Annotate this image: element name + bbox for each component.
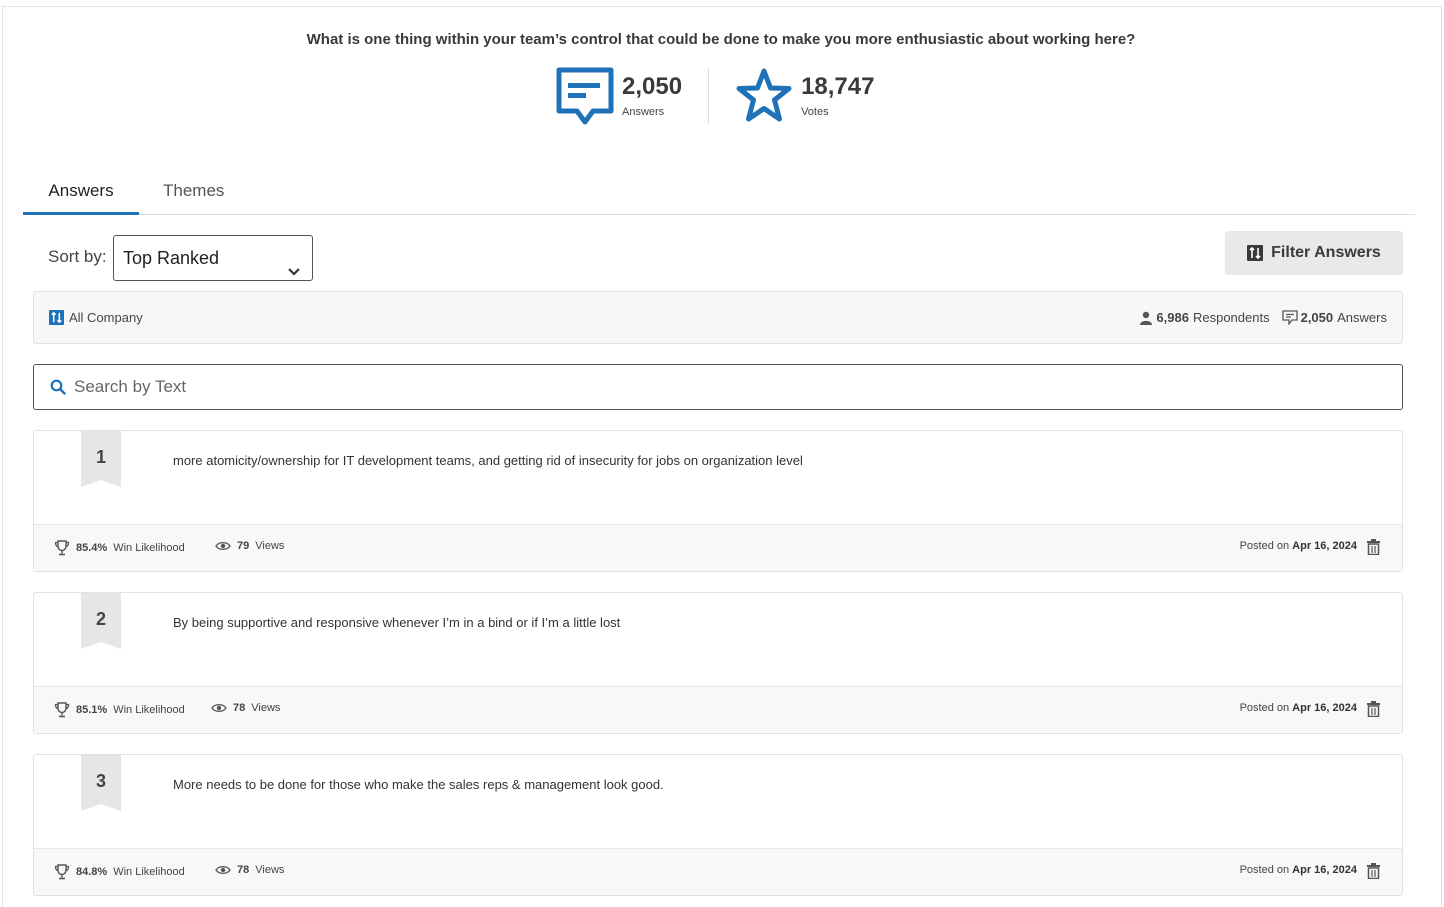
votes-count: 18,747 [801, 73, 875, 100]
respondents-label: Respondents [1192, 310, 1270, 325]
rank-ribbon: 3 [81, 755, 121, 811]
comment-icon [556, 67, 614, 125]
filter-icon [1247, 245, 1264, 261]
views-value: 78 [233, 702, 246, 714]
question-title: What is one thing within your team’s con… [306, 31, 1136, 48]
rank-ribbon: 1 [81, 431, 121, 487]
answer-text: More needs to be done for those who make… [173, 777, 664, 792]
win-likelihood-label: Win Likelihood [113, 866, 185, 878]
tab-answers[interactable]: Answers [23, 167, 139, 215]
views-label: Views [251, 702, 281, 714]
answer-footer: 85.4% Win Likelihood 79 Views Posted on … [34, 524, 1402, 571]
filter-scope[interactable]: All Company [49, 310, 143, 325]
answer-text: By being supportive and responsive whene… [173, 615, 621, 630]
filter-answers-button[interactable]: Filter Answers [1225, 231, 1403, 275]
person-icon [1139, 311, 1153, 325]
votes-label: Votes [801, 106, 829, 118]
posted-prefix: Posted on [1239, 864, 1290, 876]
eye-icon [215, 540, 231, 552]
question-stats: 2,050 Answers 18,747 Votes [556, 65, 874, 127]
win-likelihood-label: Win Likelihood [113, 542, 185, 554]
chevron-down-icon [287, 251, 301, 276]
views-value: 79 [237, 540, 250, 552]
rank-number: 1 [95, 447, 106, 467]
filter-icon [49, 310, 64, 325]
win-likelihood-value: 84.8% [76, 866, 108, 878]
answer-card: 1 more atomicity/ownership for IT develo… [33, 430, 1403, 572]
filter-answers-label: Filter Answers [1271, 244, 1381, 261]
posted-date-value: Apr 16, 2024 [1292, 864, 1357, 876]
votes-stat: 18,747 Votes [735, 67, 874, 125]
answer-text: more atomicity/ownership for IT developm… [173, 453, 803, 468]
answers-count: 2,050 [622, 73, 683, 100]
posted-prefix: Posted on [1239, 702, 1290, 714]
answer-footer: 85.1% Win Likelihood 78 Views Posted on … [34, 686, 1402, 733]
tab-bar: Answers Themes [23, 167, 1415, 215]
active-tab-indicator [23, 212, 139, 215]
rank-ribbon: 2 [81, 593, 121, 649]
respondents-count: 6,986 [1156, 310, 1189, 325]
views-value: 78 [237, 864, 250, 876]
win-likelihood: 84.8% Win Likelihood [54, 864, 185, 880]
search-box [33, 364, 1403, 410]
trophy-icon [54, 540, 70, 556]
answer-card: 3 More needs to be done for those who ma… [33, 754, 1403, 896]
answers-total-label: Answers [1337, 310, 1387, 325]
answer-footer: 84.8% Win Likelihood 78 Views Posted on … [34, 848, 1402, 895]
comment-icon [1281, 310, 1298, 326]
trophy-icon [54, 702, 70, 718]
sort-label: Sort by: [48, 247, 107, 266]
filter-scope-label: All Company [69, 310, 143, 325]
views-label: Views [255, 540, 285, 552]
view-count: 79 Views [215, 540, 284, 552]
filter-counts: 6,986 Respondents 2,050 Answers [1139, 310, 1387, 326]
eye-icon [211, 702, 227, 714]
answers-label: Answers [622, 106, 665, 118]
search-input[interactable] [74, 377, 1374, 397]
posted-date: Posted on Apr 16, 2024 [1240, 702, 1357, 714]
win-likelihood-label: Win Likelihood [113, 704, 185, 716]
answers-stat: 2,050 Answers [556, 67, 682, 125]
stats-divider [708, 68, 710, 124]
star-icon [735, 67, 793, 125]
rank-number: 2 [95, 609, 106, 629]
survey-question-panel: What is one thing within your team’s con… [2, 6, 1442, 907]
win-likelihood-value: 85.4% [76, 542, 108, 554]
filter-summary-bar: All Company 6,986 Respondents 2,050 Answ… [33, 291, 1403, 344]
trash-icon[interactable] [1367, 701, 1380, 718]
view-count: 78 Views [215, 864, 284, 876]
win-likelihood: 85.1% Win Likelihood [54, 702, 185, 718]
sort-selected-value: Top Ranked [123, 248, 220, 268]
trophy-icon [54, 864, 70, 880]
posted-date: Posted on Apr 16, 2024 [1240, 540, 1357, 552]
win-likelihood: 85.4% Win Likelihood [54, 540, 185, 556]
answer-card: 2 By being supportive and responsive whe… [33, 592, 1403, 734]
rank-number: 3 [95, 771, 106, 791]
posted-date-value: Apr 16, 2024 [1292, 702, 1357, 714]
answers-total-count: 2,050 [1300, 310, 1334, 325]
win-likelihood-value: 85.1% [76, 704, 108, 716]
posted-prefix: Posted on [1239, 540, 1290, 552]
view-count: 78 Views [211, 702, 280, 714]
eye-icon [215, 864, 231, 876]
views-label: Views [255, 864, 285, 876]
posted-date: Posted on Apr 16, 2024 [1240, 864, 1357, 876]
trash-icon[interactable] [1367, 863, 1380, 880]
posted-date-value: Apr 16, 2024 [1292, 540, 1357, 552]
trash-icon[interactable] [1367, 539, 1380, 556]
tab-themes[interactable]: Themes [163, 167, 224, 215]
search-icon [50, 379, 66, 395]
sort-select[interactable]: Top Ranked [113, 235, 313, 281]
